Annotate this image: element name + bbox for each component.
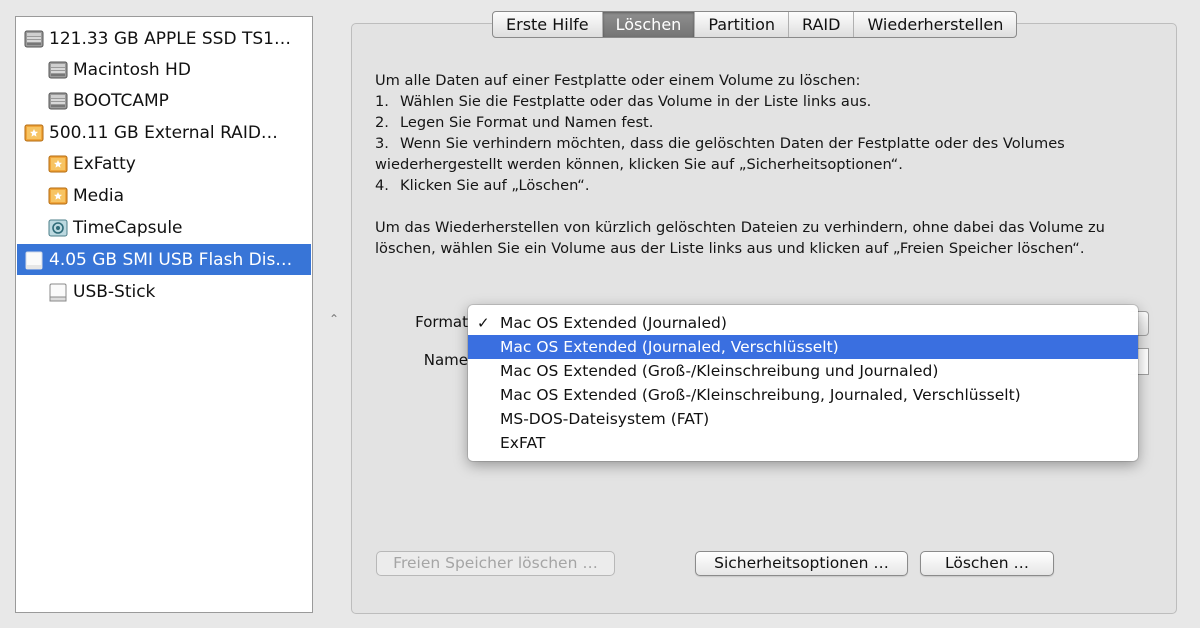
- disk-item-label: USB-Stick: [73, 281, 156, 302]
- disk-item-label: 121.33 GB APPLE SSD TS1…: [49, 28, 291, 49]
- disk-item-label: 4.05 GB SMI USB Flash Dis…: [49, 249, 293, 270]
- checkmark-icon: ✓: [477, 314, 490, 332]
- instruction-step: 3. Wenn Sie verhindern möchten, dass die …: [375, 135, 1065, 173]
- volume-item-macintosh-hd[interactable]: Macintosh HD: [17, 54, 311, 85]
- menu-item-label: Mac OS Extended (Journaled, Verschlüssel…: [500, 338, 839, 356]
- internal-volume-icon: [48, 61, 68, 78]
- volume-item-exfatty[interactable]: ExFatty: [17, 148, 311, 179]
- tab-raid[interactable]: RAID: [788, 12, 853, 37]
- disk-item-usb-flash[interactable]: 4.05 GB SMI USB Flash Dis…: [17, 244, 311, 275]
- tab-erase[interactable]: Löschen: [601, 12, 695, 37]
- external-volume-icon: [48, 155, 68, 172]
- internal-disk-icon: [24, 30, 44, 47]
- volume-item-timecapsule[interactable]: TimeCapsule: [17, 212, 311, 243]
- instructions-free-space-paragraph: Um das Wiederherstellen von kürzlich gel…: [375, 219, 1105, 257]
- menu-item-label: Mac OS Extended (Groß-/Kleinschreibung u…: [500, 362, 939, 380]
- tab-first-aid[interactable]: Erste Hilfe: [493, 12, 602, 37]
- format-option-fat[interactable]: MS-DOS-Dateisystem (FAT): [468, 407, 1138, 431]
- disk-item-label: Media: [73, 185, 125, 206]
- usb-volume-icon: [49, 283, 67, 301]
- erase-instructions: Um alle Daten auf einer Festplatte oder …: [375, 70, 1155, 259]
- tab-partition[interactable]: Partition: [694, 12, 788, 37]
- external-disk-icon: [24, 124, 44, 141]
- instruction-step: 2. Legen Sie Format und Namen fest.: [375, 114, 654, 131]
- external-volume-icon: [48, 187, 68, 204]
- format-label: Format: [415, 313, 468, 331]
- security-options-button[interactable]: Sicherheitsoptionen …: [695, 551, 908, 576]
- disk-item-label: Macintosh HD: [73, 59, 191, 80]
- instructions-intro: Um alle Daten auf einer Festplatte oder …: [375, 72, 861, 89]
- format-option-journaled-encrypted[interactable]: Mac OS Extended (Journaled, Verschlüssel…: [468, 335, 1138, 359]
- disk-item-external-raid[interactable]: 500.11 GB External RAID…: [17, 117, 311, 148]
- menu-item-label: ExFAT: [500, 434, 546, 452]
- volume-item-bootcamp[interactable]: BOOTCAMP: [17, 85, 311, 116]
- format-option-case-sensitive-journaled[interactable]: Mac OS Extended (Groß-/Kleinschreibung u…: [468, 359, 1138, 383]
- erase-free-space-button[interactable]: Freien Speicher löschen …: [376, 551, 615, 576]
- disk-item-label: BOOTCAMP: [73, 90, 169, 111]
- erase-button[interactable]: Löschen …: [920, 551, 1054, 576]
- split-view-divider-handle[interactable]: ⌃: [329, 312, 339, 326]
- volume-item-media[interactable]: Media: [17, 180, 311, 211]
- menu-item-label: Mac OS Extended (Journaled): [500, 314, 727, 332]
- disk-item-apple-ssd[interactable]: 121.33 GB APPLE SSD TS1…: [17, 23, 311, 54]
- menu-item-label: Mac OS Extended (Groß-/Kleinschreibung, …: [500, 386, 1021, 404]
- tab-bar: Erste Hilfe Löschen Partition RAID Wiede…: [492, 11, 1018, 38]
- network-volume-icon: [48, 219, 68, 236]
- menu-item-label: MS-DOS-Dateisystem (FAT): [500, 410, 710, 428]
- disk-item-label: TimeCapsule: [73, 217, 183, 238]
- tab-restore[interactable]: Wiederherstellen: [853, 12, 1016, 37]
- format-dropdown-menu: ✓ Mac OS Extended (Journaled) Mac OS Ext…: [468, 305, 1138, 461]
- instruction-step: 1. Wählen Sie die Festplatte oder das Vol…: [375, 93, 872, 110]
- format-option-case-sensitive-journaled-encrypted[interactable]: Mac OS Extended (Groß-/Kleinschreibung, …: [468, 383, 1138, 407]
- name-label: Name: [423, 351, 468, 369]
- disk-item-label: 500.11 GB External RAID…: [49, 122, 278, 143]
- instruction-step: 4. Klicken Sie auf „Löschen“.: [375, 177, 590, 194]
- usb-disk-icon: [25, 251, 43, 269]
- format-option-exfat[interactable]: ExFAT: [468, 431, 1138, 455]
- format-option-journaled[interactable]: ✓ Mac OS Extended (Journaled): [468, 311, 1138, 335]
- internal-volume-icon: [48, 92, 68, 109]
- disk-list[interactable]: 121.33 GB APPLE SSD TS1… Macintosh HD BO…: [15, 16, 313, 613]
- disk-item-label: ExFatty: [73, 153, 136, 174]
- volume-item-usb-stick[interactable]: USB-Stick: [17, 276, 311, 307]
